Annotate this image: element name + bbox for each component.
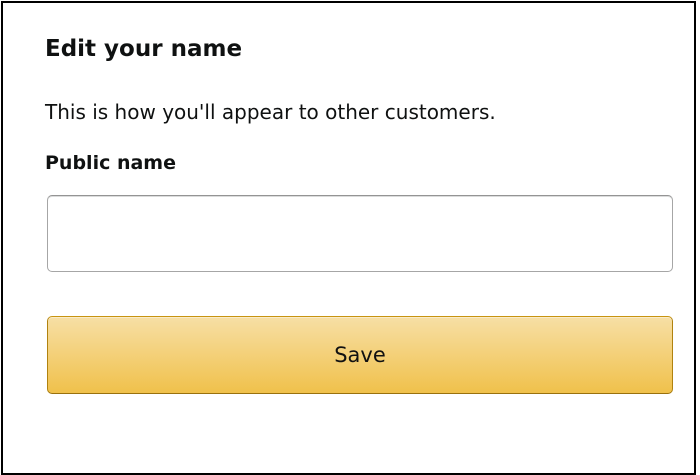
save-button[interactable]: Save (47, 316, 673, 394)
public-name-input[interactable] (47, 195, 673, 272)
edit-name-panel: Edit your name This is how you'll appear… (1, 1, 696, 475)
page-title: Edit your name (45, 36, 243, 62)
description-text: This is how you'll appear to other custo… (45, 100, 496, 124)
public-name-label: Public name (45, 152, 176, 174)
